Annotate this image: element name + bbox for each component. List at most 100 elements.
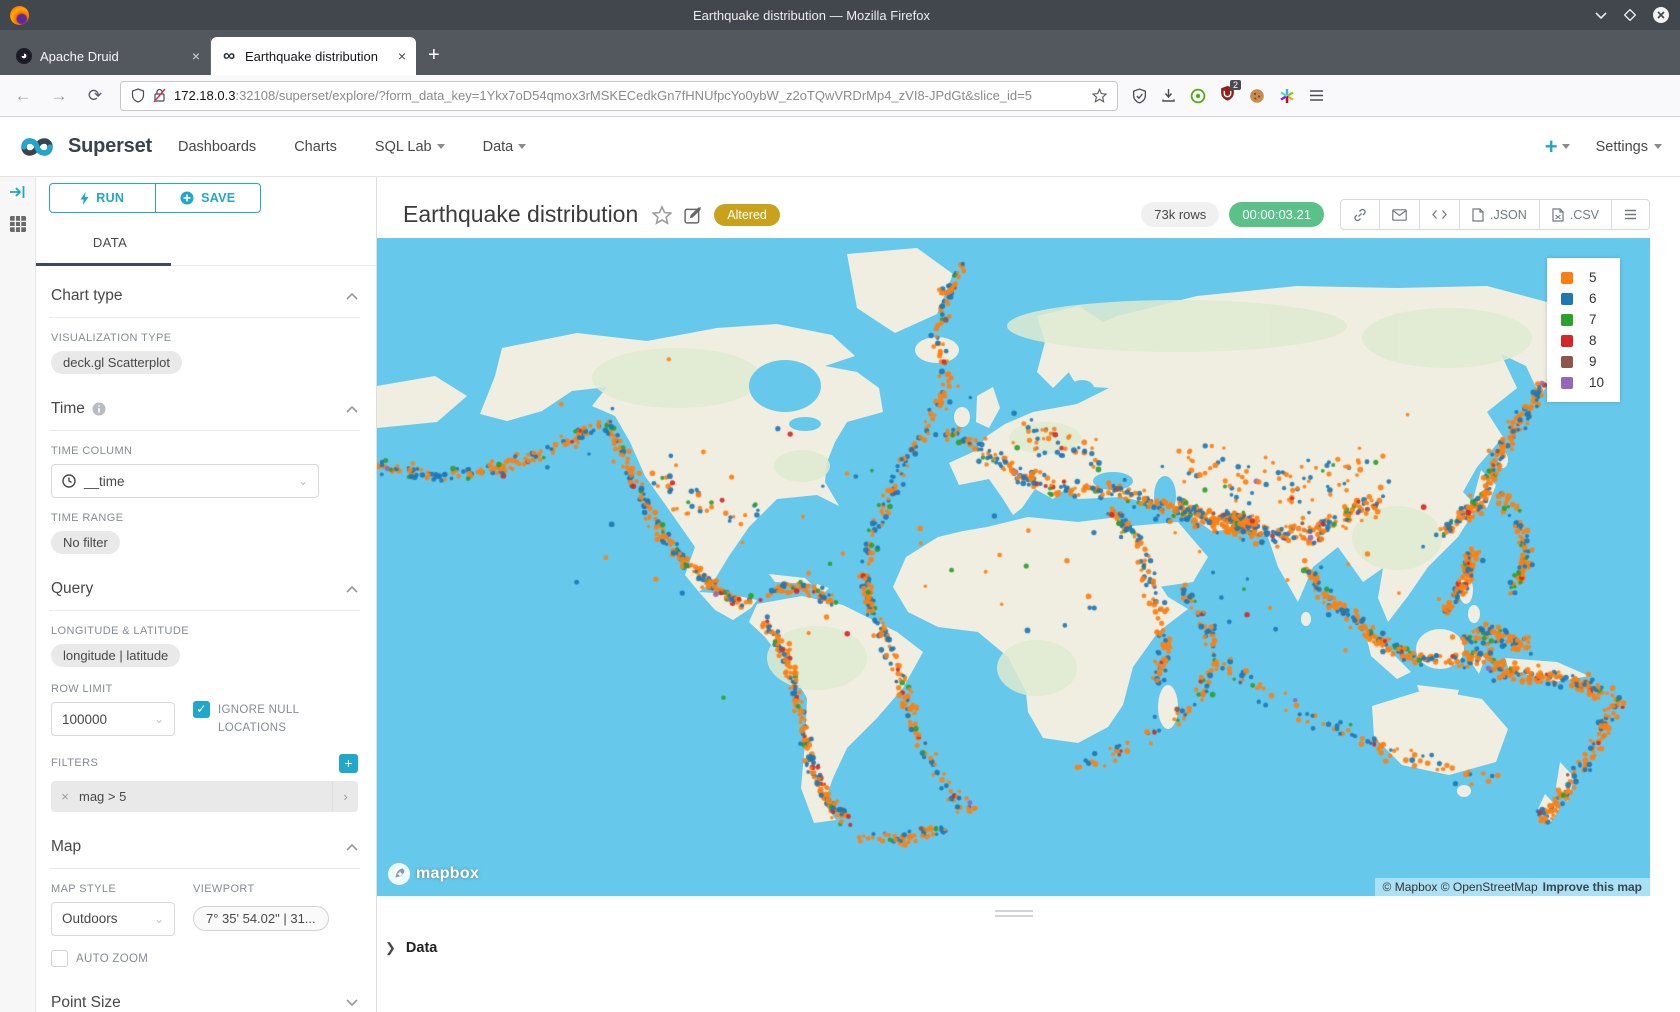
auto-zoom-checkbox[interactable] <box>51 950 68 967</box>
favorite-star-icon[interactable] <box>652 205 672 225</box>
earthquake-scatter-layer <box>377 238 1650 896</box>
save-button[interactable]: SAVE <box>155 183 262 213</box>
viz-type-label: VISUALIZATION TYPE <box>51 332 358 344</box>
maximize-icon[interactable] <box>1624 9 1636 21</box>
deckgl-map[interactable]: 5 6 7 8 9 10 mapbox © Mapbox © OpenStree… <box>377 238 1650 896</box>
url-bar[interactable]: 172.18.0.3:32108/superset/explore/?form_… <box>120 81 1118 111</box>
legend-swatch <box>1561 314 1573 326</box>
section-map[interactable]: Map <box>49 822 360 869</box>
browser-tab-bar: ◕ Apache Druid × ∞ Earthquake distributi… <box>0 30 1680 75</box>
section-point-size[interactable]: Point Size <box>49 978 360 1012</box>
time-column-select[interactable]: __time ⌄ <box>51 464 319 498</box>
filter-chip[interactable]: × mag > 5 › <box>51 781 358 812</box>
magnitude-legend: 5 6 7 8 9 10 <box>1547 258 1620 402</box>
window-titlebar: Earthquake distribution — Mozilla Firefo… <box>0 0 1680 30</box>
row-limit-label: ROW LIMIT <box>51 683 175 695</box>
time-range-value[interactable]: No filter <box>51 531 120 554</box>
permissions-shield-icon[interactable] <box>131 88 145 103</box>
close-window-icon[interactable] <box>1652 6 1670 24</box>
chart-main: Earthquake distribution Altered 73k rows… <box>377 177 1680 1012</box>
firefox-logo-icon <box>10 6 29 25</box>
section-chart-type[interactable]: Chart type <box>49 271 360 318</box>
chevron-down-icon <box>1562 144 1570 149</box>
export-csv-button[interactable]: .CSV <box>1540 200 1612 229</box>
viewport-value[interactable]: 7° 35' 54.02" | 31... <box>193 906 329 931</box>
envelope-icon <box>1392 209 1407 221</box>
map-style-label: MAP STYLE <box>51 883 175 895</box>
protection-shield-icon[interactable] <box>1132 88 1147 104</box>
nav-sql-lab[interactable]: SQL Lab <box>375 139 445 155</box>
map-style-select[interactable]: Outdoors ⌄ <box>51 902 175 936</box>
forward-icon[interactable]: → <box>48 86 70 106</box>
chevron-down-icon <box>1654 144 1662 149</box>
run-button[interactable]: RUN <box>49 183 155 213</box>
superset-logo[interactable]: Superset <box>14 132 152 162</box>
download-icon[interactable] <box>1161 88 1176 103</box>
tab-data[interactable]: DATA <box>49 235 171 250</box>
chevron-up-icon <box>346 843 358 851</box>
mapbox-logo[interactable]: mapbox <box>387 862 479 886</box>
bookmark-star-icon[interactable] <box>1092 88 1107 103</box>
superset-favicon-icon: ∞ <box>221 48 237 64</box>
share-link-button[interactable] <box>1341 200 1380 229</box>
chart-menu-button[interactable] <box>1612 200 1649 229</box>
browser-toolbar: ← → ⟳ 172.18.0.3:32108/superset/explore/… <box>0 75 1680 117</box>
auto-zoom-label: AUTO ZOOM <box>76 950 148 968</box>
new-tab-button[interactable]: + <box>428 44 440 67</box>
panel-drag-handle[interactable] <box>995 910 1033 920</box>
embed-code-button[interactable] <box>1420 200 1460 229</box>
nav-data[interactable]: Data <box>483 139 527 155</box>
section-time[interactable]: Time <box>49 384 360 431</box>
ignore-null-checkbox[interactable]: ✓ <box>193 701 210 718</box>
lonlat-value[interactable]: longitude | latitude <box>51 644 180 667</box>
add-filter-button[interactable]: + <box>339 754 358 773</box>
query-timer-badge: 00:00:03.21 <box>1229 202 1324 227</box>
nav-charts[interactable]: Charts <box>294 139 337 155</box>
datasource-grid-icon[interactable] <box>9 215 27 233</box>
tab-apache-druid[interactable]: ◕ Apache Druid × <box>6 37 211 75</box>
map-attribution: © Mapbox © OpenStreetMap Improve this ma… <box>1375 878 1650 896</box>
legend-swatch <box>1561 335 1573 347</box>
lightning-icon <box>80 192 89 205</box>
insecure-lock-icon[interactable] <box>153 88 166 103</box>
filters-label: FILTERS <box>51 757 98 769</box>
cookie-icon[interactable] <box>1249 88 1265 104</box>
file-x-icon <box>1552 208 1564 222</box>
druid-favicon-icon: ◕ <box>16 48 32 64</box>
tab-earthquake-distribution[interactable]: ∞ Earthquake distribution × <box>211 37 416 75</box>
menu-hamburger-icon[interactable] <box>1309 89 1324 102</box>
chevron-right-icon[interactable]: › <box>332 781 358 812</box>
new-item-button[interactable]: + <box>1545 134 1570 160</box>
tab-close-icon[interactable]: × <box>398 48 406 64</box>
email-button[interactable] <box>1380 200 1420 229</box>
improve-map-link[interactable]: Improve this map <box>1543 880 1642 894</box>
altered-badge: Altered <box>714 204 780 226</box>
tab-close-icon[interactable]: × <box>192 48 200 64</box>
chevron-down-icon <box>518 144 526 149</box>
chevron-down-icon: ⌄ <box>154 712 164 726</box>
row-limit-select[interactable]: 100000 ⌄ <box>51 702 175 736</box>
extension-pinwheel-icon[interactable] <box>1279 88 1295 104</box>
minimize-icon[interactable] <box>1594 10 1608 20</box>
filter-value: mag > 5 <box>79 789 332 804</box>
section-query[interactable]: Query <box>49 564 360 611</box>
back-icon[interactable]: ← <box>12 86 34 106</box>
privacy-badger-icon[interactable] <box>1190 88 1206 104</box>
expand-panel-icon[interactable] <box>9 185 26 199</box>
export-json-button[interactable]: .JSON <box>1460 200 1540 229</box>
data-results-toggle[interactable]: ❯ Data <box>385 940 437 956</box>
remove-filter-icon[interactable]: × <box>51 789 79 804</box>
viz-type-value[interactable]: deck.gl Scatterplot <box>51 351 182 374</box>
chevron-up-icon <box>346 585 358 593</box>
ublock-badge: 2 <box>1230 80 1241 90</box>
reload-icon[interactable]: ⟳ <box>84 86 106 106</box>
clock-icon <box>62 474 76 488</box>
legend-swatch <box>1561 293 1573 305</box>
edit-pencil-icon[interactable] <box>684 206 702 224</box>
time-range-label: TIME RANGE <box>51 512 358 524</box>
ublock-icon[interactable]: 2 <box>1220 85 1235 106</box>
active-tab-underline <box>36 263 171 266</box>
nav-dashboards[interactable]: Dashboards <box>178 139 256 155</box>
info-icon <box>92 402 106 416</box>
settings-menu[interactable]: Settings <box>1596 139 1662 155</box>
